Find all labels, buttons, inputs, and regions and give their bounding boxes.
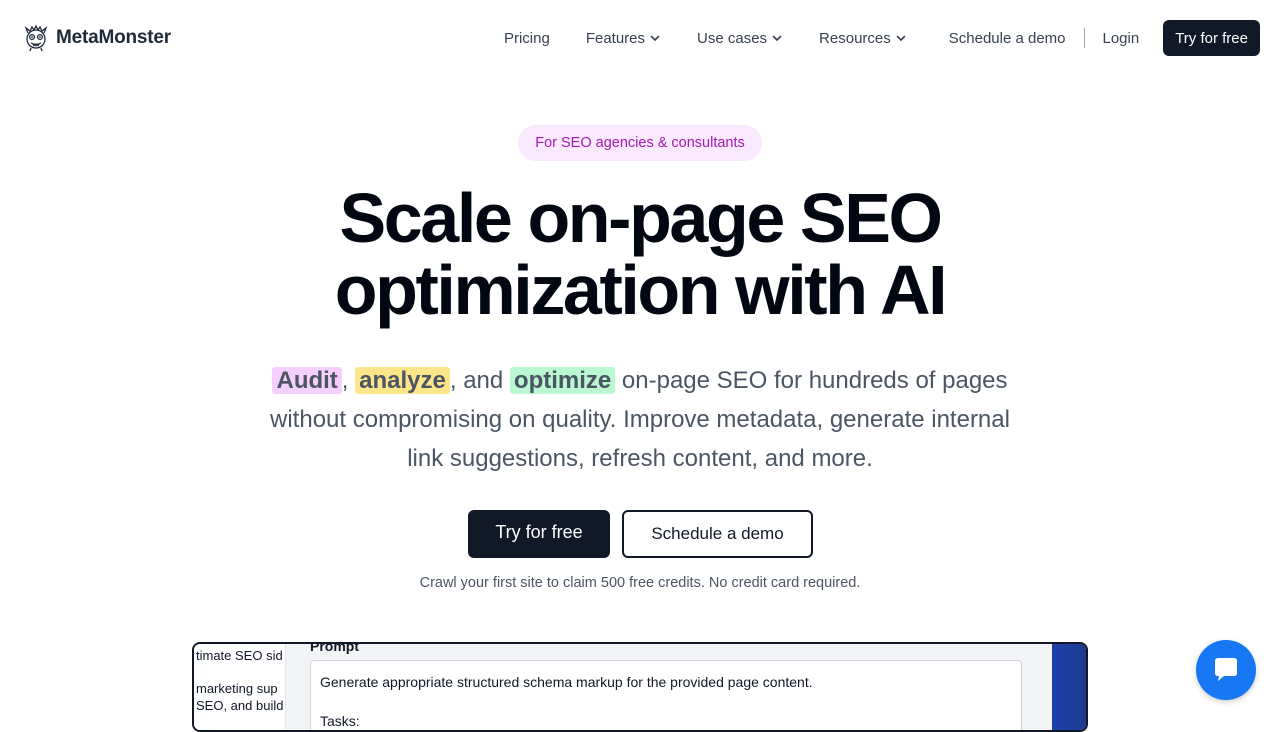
chevron-down-icon (896, 35, 906, 41)
brand-name: MetaMonster (56, 27, 171, 48)
hero-schedule-demo-button[interactable]: Schedule a demo (622, 510, 813, 558)
chat-bubble-icon (1215, 658, 1237, 681)
nav-pricing-label: Pricing (503, 29, 550, 47)
chevron-down-icon (650, 35, 660, 41)
subtitle-separator-1: , (341, 367, 356, 394)
nav-use-cases-dropdown[interactable]: Use cases (697, 30, 783, 47)
preview-prompt-text: Generate appropriate structured schema m… (320, 674, 813, 690)
chevron-down-icon (772, 35, 782, 41)
nav-links: Pricing Features Use cases Resources Sch… (504, 20, 1260, 56)
preview-prompt-panel: Prompt Generate appropriate structured s… (286, 644, 1044, 730)
nav-features-dropdown[interactable]: Features (586, 30, 661, 47)
hero-subtitle: Audit, analyze, and optimize on-page SEO… (270, 361, 1010, 478)
subtitle-separator-2: , and (449, 367, 510, 394)
hero-title-line-2: optimization with AI (334, 251, 948, 329)
product-preview-screenshot: timate SEO sid marketing sup SEO, and bu… (192, 642, 1088, 732)
preview-left-text-1: timate SEO sid (196, 648, 283, 663)
nav-try-free-button[interactable]: Try for free (1163, 20, 1260, 56)
nav-schedule-demo-label: Schedule a demo (948, 29, 1066, 47)
hero-cta-row: Try for free Schedule a demo (0, 510, 1280, 558)
nav-pricing-link[interactable]: Pricing (504, 30, 550, 47)
hero-fineprint: Crawl your first site to claim 500 free … (419, 575, 861, 591)
brand-logo-link[interactable]: MetaMonster (22, 24, 171, 52)
nav-login-link[interactable]: Login (1103, 30, 1140, 47)
highlight-optimize: optimize (509, 367, 616, 394)
nav-features-label: Features (585, 29, 646, 47)
nav-resources-label: Resources (819, 29, 891, 47)
nav-use-cases-label: Use cases (697, 29, 768, 47)
hero-title: Scale on-page SEO optimization with AI (0, 182, 1280, 326)
nav-resources-dropdown[interactable]: Resources (819, 30, 907, 47)
preview-left-text-3: SEO, and build (196, 698, 284, 713)
hero-title-line-1: Scale on-page SEO (339, 179, 942, 257)
nav-divider (1083, 28, 1085, 48)
monster-logo-icon (24, 24, 48, 52)
top-navigation: MetaMonster Pricing Features Use cases R… (0, 0, 1280, 76)
hero-try-free-button[interactable]: Try for free (468, 510, 610, 558)
highlight-audit: Audit (272, 367, 342, 394)
preview-right-panel (1052, 644, 1086, 730)
nav-login-label: Login (1102, 29, 1140, 47)
preview-prompt-box: Generate appropriate structured schema m… (310, 660, 1022, 730)
highlight-analyze: analyze (355, 367, 450, 394)
nav-schedule-demo-link[interactable]: Schedule a demo (949, 30, 1066, 47)
preview-prompt-label: Prompt (310, 642, 359, 654)
audience-badge: For SEO agencies & consultants (518, 125, 762, 161)
preview-left-panel: timate SEO sid marketing sup SEO, and bu… (194, 644, 286, 730)
preview-prompt-line-2: Tasks: (320, 713, 360, 729)
chat-launcher-button[interactable] (1196, 640, 1256, 700)
